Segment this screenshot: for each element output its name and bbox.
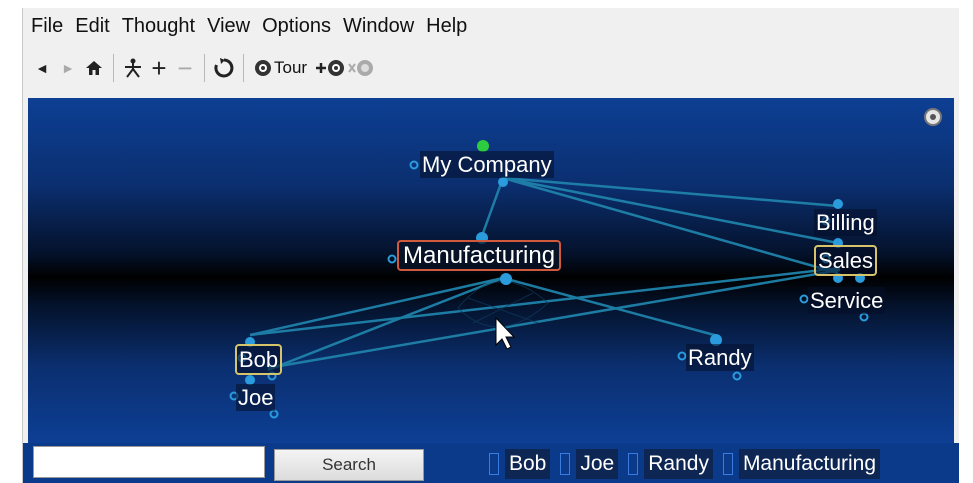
pin-label: Joe [576,449,619,479]
back-button[interactable]: ◄ [29,53,55,83]
mouse-cursor-icon [495,316,516,350]
back-icon: ◄ [35,60,49,76]
thought-my-company[interactable]: My Company [420,151,554,178]
forward-button[interactable]: ► [55,53,81,83]
pin-marker-icon [722,453,733,475]
minus-icon: − [177,52,193,83]
remove-thought-button[interactable]: − [172,53,198,83]
menu-window[interactable]: Window [335,15,418,38]
pin-marker-icon [560,453,571,475]
toolbar-separator [113,54,114,82]
pin-item[interactable]: Manufacturing [722,449,881,479]
menu-file[interactable]: File [23,15,67,38]
thought-manufacturing[interactable]: Manufacturing [397,240,562,271]
remove-tour-icon [348,60,374,76]
toolbar: ◄ ► + − Tour [23,48,959,88]
pin-item[interactable]: Joe [560,449,619,479]
menu-bar: File Edit Thought View Options Window He… [23,8,959,44]
search-bar: Search Bob Joe Randy Manufacturing [23,443,959,483]
toolbar-separator [204,54,205,82]
thought-joe[interactable]: Joe [236,384,276,411]
menu-edit[interactable]: Edit [67,15,113,38]
thebrain-window: File Edit Thought View Options Window He… [22,8,959,483]
tour-label: Tour [274,58,308,77]
pin-marker-icon [489,453,499,475]
plus-icon: + [151,52,167,83]
pin-label: Manufacturing [738,449,881,479]
add-tour-icon [316,60,345,76]
layout-button[interactable] [120,53,146,83]
pin-marker-icon [628,453,639,475]
refresh-icon [214,58,234,78]
home-icon [86,61,102,75]
plex-view[interactable]: My Company Manufacturing Billing Sales S… [28,98,954,443]
tour-button[interactable]: Tour [254,53,307,83]
search-input[interactable] [33,446,265,478]
layout-network-icon [125,58,141,78]
pins-list: Bob Joe Randy Manufacturing [489,449,881,479]
thought-bob[interactable]: Bob [235,344,283,375]
menu-options[interactable]: Options [254,15,335,38]
thought-billing[interactable]: Billing [814,209,877,236]
toolbar-separator [243,54,244,82]
add-tour-button[interactable] [315,53,347,83]
pin-label: Randy [644,449,713,479]
refresh-button[interactable] [211,53,237,83]
thought-sales[interactable]: Sales [814,245,878,276]
remove-tour-button[interactable] [347,53,375,83]
thought-randy[interactable]: Randy [686,344,754,371]
pin-label: Bob [505,449,551,479]
plex-options-button[interactable] [924,108,942,126]
menu-help[interactable]: Help [418,15,471,38]
tour-icon [255,60,271,76]
menu-thought[interactable]: Thought [114,15,199,38]
pin-item[interactable]: Randy [628,449,713,479]
forward-icon: ► [61,60,75,76]
pin-item[interactable]: Bob [489,449,551,479]
search-button[interactable]: Search [274,449,424,481]
add-thought-button[interactable]: + [146,53,172,83]
menu-view[interactable]: View [199,15,254,38]
home-button[interactable] [81,53,107,83]
thought-service[interactable]: Service [808,287,886,314]
